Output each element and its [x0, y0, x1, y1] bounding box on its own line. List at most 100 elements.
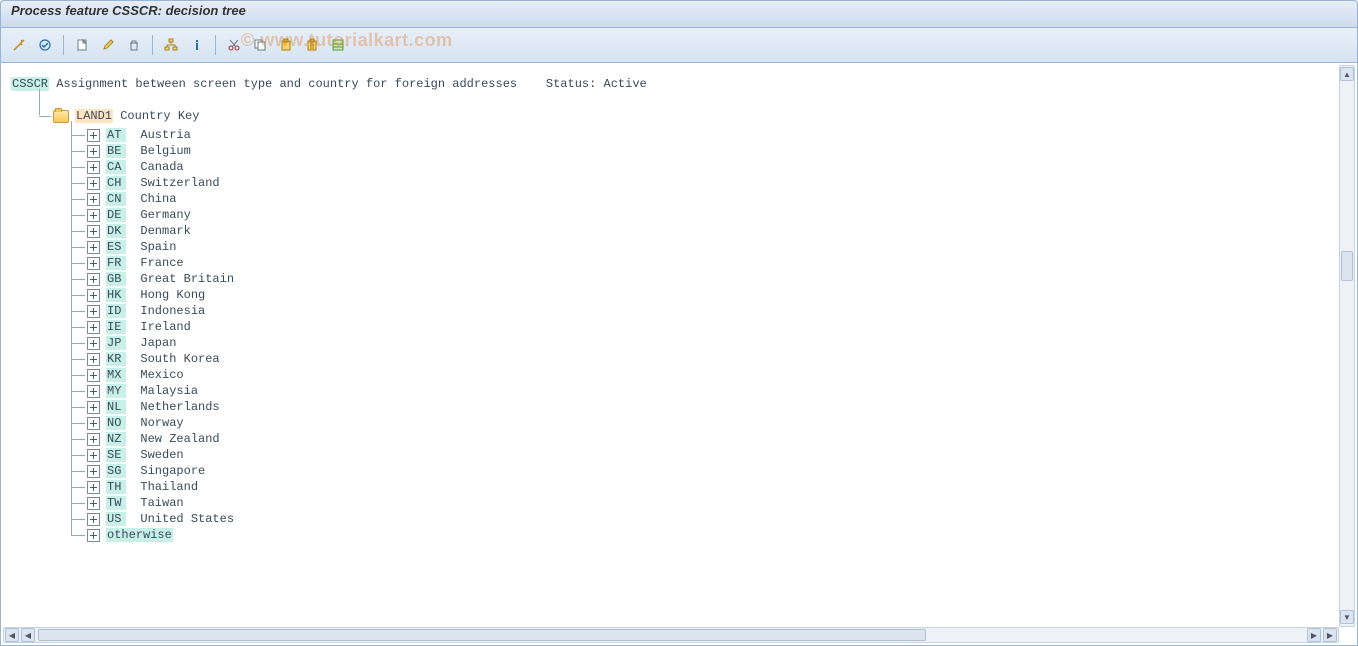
item-desc: France [140, 256, 183, 270]
expand-icon[interactable] [87, 305, 100, 318]
copy-button[interactable] [248, 33, 272, 57]
delete-button[interactable] [122, 33, 146, 57]
item-desc: China [140, 192, 176, 206]
expand-icon[interactable] [87, 481, 100, 494]
item-desc: Ireland [140, 320, 190, 334]
item-code: NZ [106, 432, 126, 446]
expand-icon[interactable] [87, 273, 100, 286]
tree-item-row[interactable]: AT Austria [59, 127, 1331, 143]
tree-item-row[interactable]: TH Thailand [59, 479, 1331, 495]
tree-item-row[interactable]: SG Singapore [59, 463, 1331, 479]
expand-icon[interactable] [87, 177, 100, 190]
wand-button[interactable] [7, 33, 31, 57]
expand-icon[interactable] [87, 161, 100, 174]
toolbar: © www.tutorialkart.com [0, 28, 1358, 63]
check-button[interactable] [33, 33, 57, 57]
scroll-up-arrow[interactable]: ▲ [1340, 67, 1354, 81]
horizontal-scrollbar[interactable]: ◀ ◀ ▶ ▶ [3, 627, 1339, 643]
tree-item-row[interactable]: GB Great Britain [59, 271, 1331, 287]
tree-item-row[interactable]: IE Ireland [59, 319, 1331, 335]
tree-item-row[interactable]: DK Denmark [59, 223, 1331, 239]
scroll-right-arrow[interactable]: ▶ [1307, 628, 1321, 642]
vertical-scrollbar[interactable]: ▲ ▼ [1339, 65, 1355, 627]
paste-special-button[interactable] [300, 33, 324, 57]
item-code: CH [106, 176, 126, 190]
edit-button[interactable] [96, 33, 120, 57]
expand-icon[interactable] [87, 513, 100, 526]
item-code: GB [106, 272, 126, 286]
tree-root-row[interactable]: CSSCR Assignment between screen type and… [11, 77, 1331, 91]
tree-item-row[interactable]: ID Indonesia [59, 303, 1331, 319]
scroll-track[interactable] [1340, 82, 1354, 610]
item-code: BE [106, 144, 126, 158]
expand-icon[interactable] [87, 289, 100, 302]
tree-item-row[interactable]: BE Belgium [59, 143, 1331, 159]
expand-icon[interactable] [87, 497, 100, 510]
wand-icon [12, 38, 26, 52]
expand-icon[interactable] [87, 449, 100, 462]
expand-icon[interactable] [87, 353, 100, 366]
cut-button[interactable] [222, 33, 246, 57]
tree-item-row[interactable]: otherwise [59, 527, 1331, 543]
tree-item-row[interactable]: CN China [59, 191, 1331, 207]
tree-item-row[interactable]: TW Taiwan [59, 495, 1331, 511]
expand-icon[interactable] [87, 209, 100, 222]
create-button[interactable] [70, 33, 94, 57]
scroll-track[interactable] [38, 629, 1304, 641]
paste-button[interactable] [274, 33, 298, 57]
item-desc: Canada [140, 160, 183, 174]
expand-icon[interactable] [87, 529, 100, 542]
item-code: ES [106, 240, 126, 254]
tree-group-row[interactable]: LAND1 Country Key [29, 109, 1331, 123]
scroll-right-arrow-2[interactable]: ▶ [1323, 628, 1337, 642]
tree-item-row[interactable]: KR South Korea [59, 351, 1331, 367]
tree-item-row[interactable]: CA Canada [59, 159, 1331, 175]
select-all-button[interactable] [326, 33, 350, 57]
expand-icon[interactable] [87, 337, 100, 350]
tree-item-row[interactable]: CH Switzerland [59, 175, 1331, 191]
tree-children: AT AustriaBE BelgiumCA CanadaCH Switzerl… [59, 127, 1331, 543]
scroll-down-arrow[interactable]: ▼ [1340, 610, 1354, 624]
expand-icon[interactable] [87, 433, 100, 446]
expand-icon[interactable] [87, 385, 100, 398]
tree-item-row[interactable]: NO Norway [59, 415, 1331, 431]
item-desc: Hong Kong [140, 288, 205, 302]
tree-item-row[interactable]: NZ New Zealand [59, 431, 1331, 447]
scroll-left-arrow[interactable]: ◀ [5, 628, 19, 642]
tree-item-row[interactable]: NL Netherlands [59, 399, 1331, 415]
tree-item-row[interactable]: US United States [59, 511, 1331, 527]
expand-icon[interactable] [87, 401, 100, 414]
group-code: LAND1 [75, 109, 113, 123]
tree-item-row[interactable]: ES Spain [59, 239, 1331, 255]
folder-open-icon [53, 110, 69, 123]
where-used-button[interactable] [159, 33, 183, 57]
expand-icon[interactable] [87, 417, 100, 430]
tree-item-row[interactable]: DE Germany [59, 207, 1331, 223]
expand-icon[interactable] [87, 321, 100, 334]
expand-icon[interactable] [87, 129, 100, 142]
item-code: DK [106, 224, 126, 238]
expand-icon[interactable] [87, 257, 100, 270]
item-desc: Indonesia [140, 304, 205, 318]
item-desc: Thailand [140, 480, 198, 494]
tree-item-row[interactable]: FR France [59, 255, 1331, 271]
item-code: NL [106, 400, 126, 414]
item-desc: Singapore [140, 464, 205, 478]
scroll-thumb[interactable] [1341, 251, 1353, 281]
tree-item-row[interactable]: MY Malaysia [59, 383, 1331, 399]
tree-item-row[interactable]: HK Hong Kong [59, 287, 1331, 303]
expand-icon[interactable] [87, 145, 100, 158]
info-button[interactable] [185, 33, 209, 57]
expand-icon[interactable] [87, 465, 100, 478]
tree-item-row[interactable]: SE Sweden [59, 447, 1331, 463]
expand-icon[interactable] [87, 193, 100, 206]
tree-item-row[interactable]: MX Mexico [59, 367, 1331, 383]
item-desc: Mexico [140, 368, 183, 382]
expand-icon[interactable] [87, 225, 100, 238]
tree-view: CSSCR Assignment between screen type and… [3, 65, 1339, 627]
expand-icon[interactable] [87, 241, 100, 254]
expand-icon[interactable] [87, 369, 100, 382]
scroll-left-arrow-2[interactable]: ◀ [21, 628, 35, 642]
tree-item-row[interactable]: JP Japan [59, 335, 1331, 351]
scroll-thumb[interactable] [38, 629, 926, 641]
